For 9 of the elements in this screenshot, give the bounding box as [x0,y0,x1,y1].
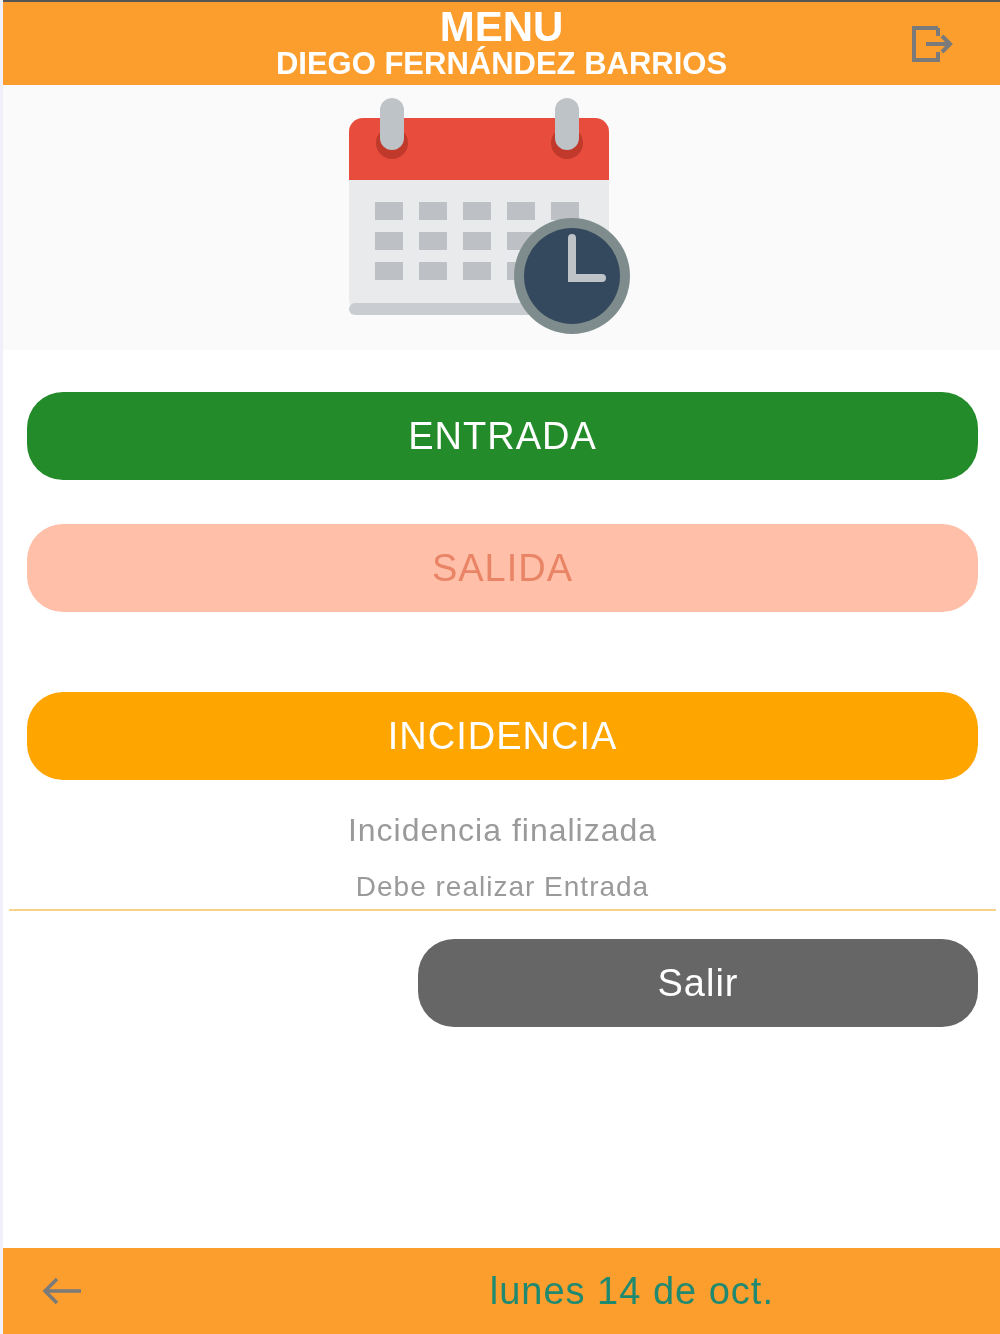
date-label: lunes 14 de oct. [489,1269,774,1313]
menu-title: MENU [439,6,564,47]
status-message: Debe realizar Entrada [354,871,651,903]
exit-button[interactable]: Salir [418,939,978,1027]
status-message: Incidencia finalizada [346,812,659,849]
action-button[interactable]: ENTRADA [27,392,978,480]
user-name: DIEGO FERNÁNDEZ BARRIOS [275,46,728,81]
logout-icon[interactable] [910,24,954,64]
back-arrow-icon[interactable] [41,1276,83,1306]
